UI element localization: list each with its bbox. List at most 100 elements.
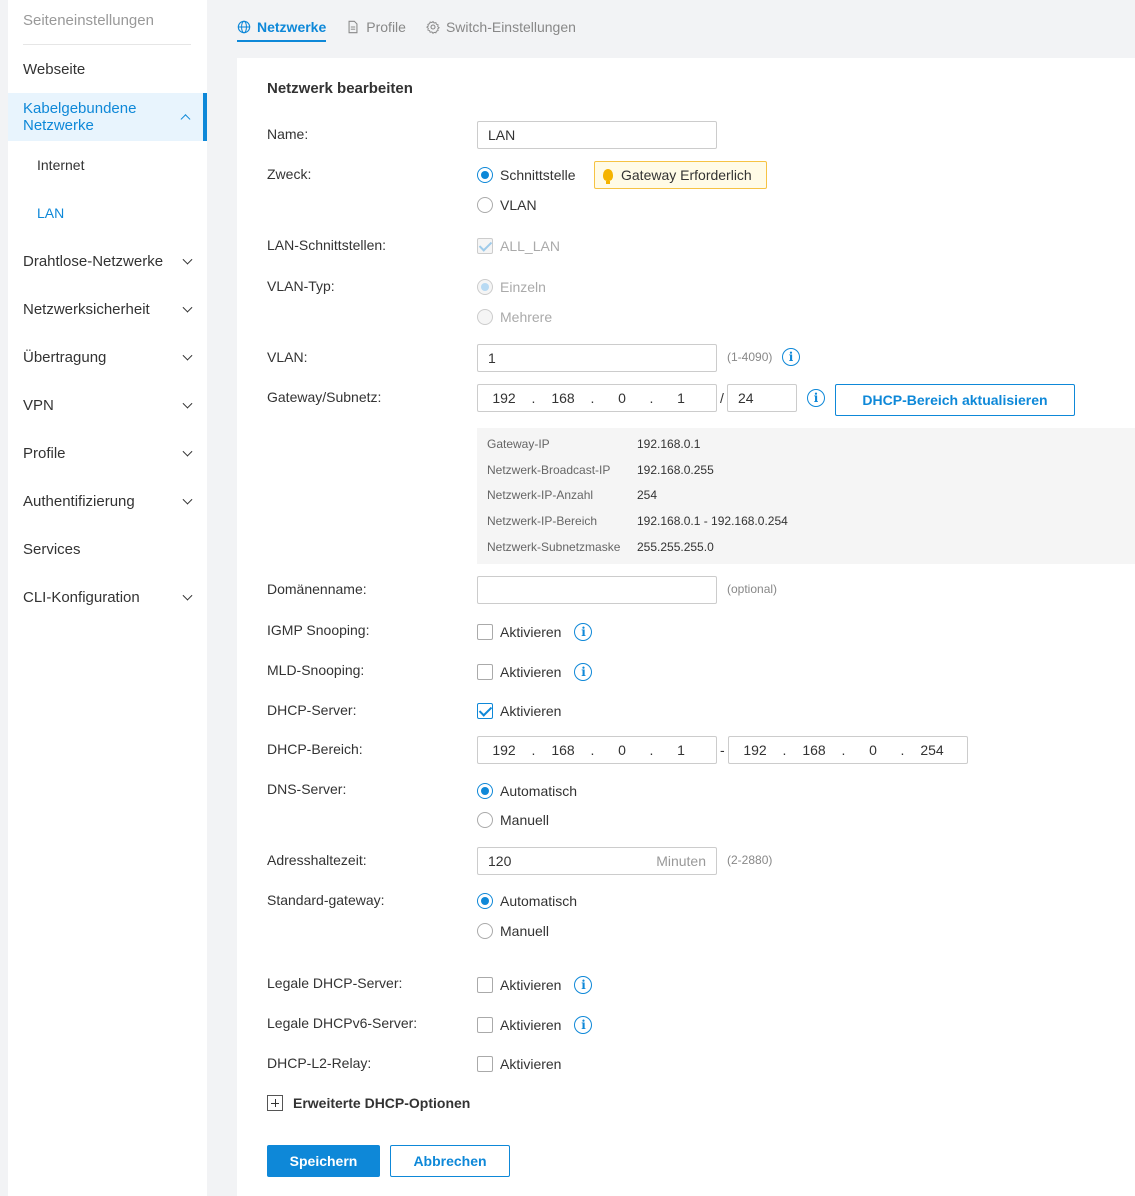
sidebar-item-uebertragung[interactable]: Übertragung — [8, 333, 207, 381]
sidebar-item-services[interactable]: Services — [8, 525, 207, 573]
info-key: Netzwerk-IP-Anzahl — [487, 488, 594, 502]
update-dhcp-range-button[interactable]: DHCP-Bereich aktualisieren — [835, 384, 1075, 416]
lan-interfaces-checkbox-all-lan[interactable]: ALL_LAN — [477, 238, 560, 254]
sidebar-item-kabelgebundene-netzwerke[interactable]: Kabelgebundene Netzwerke — [8, 93, 207, 141]
radio-button[interactable] — [477, 279, 493, 295]
sidebar-item-drahtlose-netzwerke[interactable]: Drahtlose-Netzwerke — [8, 237, 207, 285]
radio-button[interactable] — [477, 893, 493, 909]
info-icon[interactable]: i — [574, 623, 593, 641]
checkbox[interactable] — [477, 624, 493, 640]
cancel-button[interactable]: Abbrechen — [390, 1145, 510, 1177]
sidebar-subitem-internet[interactable]: Internet — [8, 141, 207, 189]
dhcp-server-checkbox[interactable]: Aktivieren — [477, 703, 561, 719]
ip-octet[interactable]: 0 — [596, 390, 648, 406]
chevron-down-icon — [182, 590, 193, 601]
igmp-snooping-checkbox[interactable]: Aktivieren i — [477, 623, 593, 641]
info-icon[interactable]: i — [574, 663, 593, 681]
advanced-dhcp-options-toggle[interactable]: Erweiterte DHCP-Optionen — [267, 1095, 470, 1111]
ip-octet[interactable]: 168 — [537, 390, 589, 406]
vlan-input[interactable]: 1 — [477, 344, 717, 372]
dhcp-l2-relay-checkbox[interactable]: Aktivieren — [477, 1056, 561, 1072]
sidebar-item-authentifizierung[interactable]: Authentifizierung — [8, 477, 207, 525]
default-gateway-radio-manuell[interactable]: Manuell — [477, 923, 549, 939]
sidebar-subitem-lan[interactable]: LAN — [8, 189, 207, 237]
dhcp-range-label: DHCP-Bereich: — [267, 741, 363, 757]
zweck-radio-schnittstelle[interactable]: Schnittstelle — [477, 167, 575, 183]
info-icon[interactable]: i — [574, 976, 593, 994]
ip-octet[interactable]: 1 — [655, 390, 707, 406]
radio-button[interactable] — [477, 309, 493, 325]
ip-octet[interactable]: 168 — [788, 742, 840, 758]
sidebar-item-cli-konfiguration[interactable]: CLI-Konfiguration — [8, 573, 207, 621]
tab-switch-einstellungen[interactable]: Switch-Einstellungen — [426, 12, 576, 42]
radio-label: VLAN — [500, 197, 537, 213]
dns-server-label: DNS-Server: — [267, 781, 347, 797]
tab-label: Netzwerke — [257, 19, 327, 35]
gateway-ip-input[interactable]: 192. 168. 0. 1 — [477, 384, 717, 412]
info-value: 192.168.0.1 — [637, 437, 701, 451]
lease-time-unit: Minuten — [656, 853, 706, 869]
mld-snooping-checkbox[interactable]: Aktivieren i — [477, 663, 593, 681]
tab-netzwerke[interactable]: Netzwerke — [237, 12, 327, 42]
checkbox[interactable] — [477, 1056, 493, 1072]
legal-dhcp-server-checkbox[interactable]: Aktivieren i — [477, 976, 593, 994]
save-button[interactable]: Speichern — [267, 1145, 380, 1177]
checkbox[interactable] — [477, 1017, 493, 1033]
radio-button[interactable] — [477, 783, 493, 799]
checkbox[interactable] — [477, 703, 493, 719]
tab-profile[interactable]: Profile — [346, 12, 406, 42]
sidebar: Seiteneinstellungen Webseite Kabelgebund… — [8, 0, 207, 1196]
radio-button[interactable] — [477, 197, 493, 213]
dns-radio-automatisch[interactable]: Automatisch — [477, 783, 577, 799]
ip-octet[interactable]: 254 — [906, 742, 958, 758]
radio-button[interactable] — [477, 923, 493, 939]
sidebar-item-webseite[interactable]: Webseite — [8, 45, 207, 93]
globe-icon — [237, 20, 251, 34]
ip-octet[interactable]: 192 — [478, 390, 530, 406]
dhcp-range-end-input[interactable]: 192. 168. 0. 254 — [728, 736, 968, 764]
ip-octet[interactable]: 0 — [596, 742, 648, 758]
name-label: Name: — [267, 126, 309, 142]
ip-octet[interactable]: 168 — [537, 742, 589, 758]
domain-name-input[interactable] — [477, 576, 717, 604]
vlan-type-radio-einzeln[interactable]: Einzeln — [477, 279, 546, 295]
checkbox[interactable] — [477, 664, 493, 680]
ip-octet[interactable]: 0 — [847, 742, 899, 758]
domain-optional-hint: (optional) — [727, 582, 778, 596]
info-key: Gateway-IP — [487, 437, 550, 451]
ip-octet[interactable]: 192 — [478, 742, 530, 758]
subnet-mask-input[interactable]: 24 — [727, 384, 797, 412]
badge-text: Gateway Erforderlich — [621, 167, 752, 183]
checkbox-label: ALL_LAN — [500, 238, 560, 254]
sidebar-item-label: VPN — [23, 396, 54, 414]
subnet-slash: / — [720, 390, 724, 406]
name-input[interactable]: LAN — [477, 121, 717, 149]
zweck-radio-vlan[interactable]: VLAN — [477, 197, 537, 213]
vlan-type-radio-mehrere[interactable]: Mehrere — [477, 309, 552, 325]
dhcp-range-start-input[interactable]: 192. 168. 0. 1 — [477, 736, 717, 764]
ip-dot: . — [531, 390, 536, 406]
info-value: 192.168.0.255 — [637, 463, 714, 477]
dns-radio-manuell[interactable]: Manuell — [477, 812, 549, 828]
sidebar-item-netzwerksicherheit[interactable]: Netzwerksicherheit — [8, 285, 207, 333]
info-icon[interactable]: i — [574, 1016, 593, 1034]
checkbox[interactable] — [477, 238, 493, 254]
sidebar-item-profile[interactable]: Profile — [8, 429, 207, 477]
default-gateway-radio-automatisch[interactable]: Automatisch — [477, 893, 577, 909]
checkbox[interactable] — [477, 977, 493, 993]
sidebar-item-vpn[interactable]: VPN — [8, 381, 207, 429]
sidebar-item-label: Internet — [37, 157, 85, 173]
info-icon[interactable]: i — [807, 389, 825, 407]
lease-time-value: 120 — [488, 853, 512, 869]
radio-button[interactable] — [477, 812, 493, 828]
radio-label: Einzeln — [500, 279, 546, 295]
ip-octet[interactable]: 192 — [729, 742, 781, 758]
ip-dot: . — [590, 390, 595, 406]
expander-label: Erweiterte DHCP-Optionen — [293, 1095, 471, 1111]
radio-button[interactable] — [477, 167, 493, 183]
checkbox-label: Aktivieren — [500, 977, 562, 993]
legal-dhcpv6-server-checkbox[interactable]: Aktivieren i — [477, 1016, 593, 1034]
lease-time-input[interactable]: 120 Minuten — [477, 847, 717, 875]
ip-octet[interactable]: 1 — [655, 742, 707, 758]
info-icon[interactable]: i — [782, 348, 800, 366]
